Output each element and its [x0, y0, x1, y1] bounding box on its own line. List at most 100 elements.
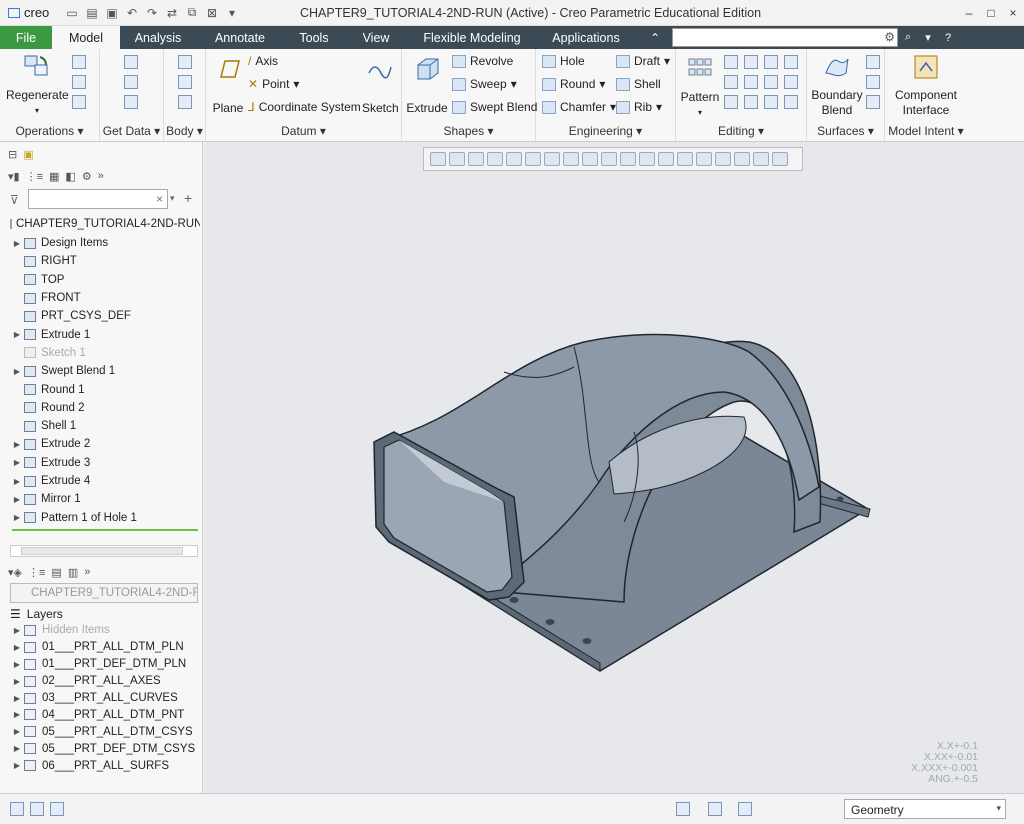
search-settings-icon[interactable]: ⚙ — [884, 30, 895, 44]
model-tree-item[interactable]: TOP — [10, 271, 200, 289]
tree-expand-icon[interactable]: ⋮≡ — [26, 170, 43, 183]
full-screen-icon[interactable] — [50, 802, 64, 816]
filter-options-chevron-icon[interactable]: ▾ — [170, 193, 175, 204]
extrude-button[interactable]: Extrude — [406, 55, 448, 116]
search-icon[interactable]: ⌕ — [898, 26, 918, 49]
regenerate-button[interactable]: Regenerate ▾ — [6, 53, 69, 118]
revolve-button[interactable]: Revolve — [452, 54, 513, 68]
tab-file[interactable]: File — [0, 26, 52, 49]
boundary-blend-button[interactable]: Boundary Blend — [809, 53, 865, 118]
operations-group-label[interactable]: Operations ▾ — [0, 124, 99, 138]
merge-icon[interactable] — [724, 75, 738, 89]
layer-item[interactable]: ▶ 04___PRT_ALL_DTM_PNT — [10, 706, 200, 723]
model-tree-item[interactable]: Shell 1 — [10, 417, 200, 435]
expand-arrow-icon[interactable]: ▶ — [10, 367, 24, 376]
tab-tools[interactable]: Tools — [284, 26, 344, 49]
shrinkwrap-icon[interactable] — [124, 95, 138, 109]
tab-model[interactable]: Model — [52, 26, 120, 49]
copy-icon[interactable] — [72, 55, 86, 69]
add-filter-icon[interactable]: + — [184, 190, 192, 206]
style-icon[interactable] — [866, 75, 880, 89]
show-navigator-icon[interactable] — [10, 802, 24, 816]
surfaces-group-label[interactable]: Surfaces ▾ — [807, 124, 884, 138]
tree-horizontal-scrollbar[interactable] — [10, 545, 198, 557]
command-search-input[interactable]: ⚙ — [672, 28, 898, 47]
model-tree-item[interactable]: PRT_CSYS_DEF — [10, 307, 200, 325]
expand-arrow-icon[interactable]: ▶ — [10, 513, 24, 522]
model-tree-item[interactable]: ▶ Extrude 3 — [10, 454, 200, 472]
expand-arrow-icon[interactable]: ▶ — [10, 694, 24, 703]
swept-blend-button[interactable]: Swept Blend — [452, 100, 537, 114]
tree-columns-icon[interactable]: ▦ — [49, 170, 59, 183]
model-tree-item[interactable]: ▶ Extrude 2 — [10, 435, 200, 453]
axis-button[interactable]: / Axis — [248, 54, 278, 68]
editing-group-label[interactable]: Editing ▾ — [676, 124, 806, 138]
close-window-icon[interactable]: ⊠ — [204, 6, 220, 20]
coordinate-system-button[interactable]: ⅃ Coordinate System — [248, 100, 361, 114]
model-tree-item[interactable]: Sketch 1 — [10, 344, 200, 362]
regenerate-icon[interactable]: ⇄ — [164, 6, 180, 20]
delete-icon[interactable] — [72, 95, 86, 109]
model-tree-item[interactable]: ▶ Swept Blend 1 — [10, 362, 200, 380]
customize-chevron-icon[interactable]: ▾ — [224, 6, 240, 20]
offset-icon[interactable] — [784, 55, 798, 69]
thicken-icon[interactable] — [764, 75, 778, 89]
selection-filter-select[interactable]: Geometry ▾ — [844, 799, 1006, 819]
model-tree-item[interactable]: Round 2 — [10, 399, 200, 417]
remove-icon[interactable] — [764, 95, 778, 109]
expand-arrow-icon[interactable]: ▶ — [10, 458, 24, 467]
model-tree-item[interactable]: RIGHT — [10, 252, 200, 270]
help-icon[interactable]: ? — [938, 26, 958, 49]
layer-item[interactable]: ▶ 03___PRT_ALL_CURVES — [10, 690, 200, 707]
redo-icon[interactable]: ↷ — [144, 6, 160, 20]
expand-arrow-icon[interactable]: ▶ — [10, 660, 24, 669]
collapse-ribbon-icon[interactable]: ⌃ — [644, 26, 666, 49]
expand-arrow-icon[interactable]: ▶ — [10, 440, 24, 449]
shell-button[interactable]: Shell — [616, 77, 661, 91]
tree-settings-icon[interactable]: ⚙ — [82, 170, 92, 183]
get-data-group-label[interactable]: Get Data ▾ — [100, 124, 163, 138]
selected-items-icon[interactable] — [738, 802, 752, 816]
expand-arrow-icon[interactable]: ▶ — [10, 677, 24, 686]
insert-here-marker[interactable] — [12, 529, 198, 531]
freestyle-icon[interactable] — [866, 95, 880, 109]
tab-flexible-modeling[interactable]: Flexible Modeling — [408, 26, 536, 49]
minimize-button[interactable]: – — [958, 0, 980, 26]
layer-item[interactable]: ▶ 06___PRT_ALL_SURFS — [10, 757, 200, 774]
tab-annotate[interactable]: Annotate — [196, 26, 284, 49]
expand-arrow-icon[interactable]: ▶ — [10, 495, 24, 504]
draft-button[interactable]: Draft ▾ — [616, 54, 670, 68]
expand-arrow-icon[interactable]: ▶ — [10, 744, 24, 753]
copy-geometry-icon[interactable] — [124, 75, 138, 89]
part-model[interactable] — [204, 142, 1024, 793]
split-icon[interactable] — [784, 95, 798, 109]
body-group-label[interactable]: Body ▾ — [164, 124, 205, 138]
round-button[interactable]: Round ▾ — [542, 77, 605, 91]
body-new-icon[interactable] — [178, 55, 192, 69]
layer-item[interactable]: ▶ 05___PRT_DEF_DTM_CSYS — [10, 740, 200, 757]
model-intent-group-label[interactable]: Model Intent ▾ — [885, 124, 967, 138]
save-icon[interactable]: ▣ — [104, 6, 120, 20]
user-defined-feature-icon[interactable] — [124, 55, 138, 69]
expand-arrow-icon[interactable]: ▶ — [10, 710, 24, 719]
tree-search-input[interactable]: × — [28, 189, 168, 209]
maximize-button[interactable]: □ — [980, 0, 1002, 26]
layer-model-combo[interactable]: CHAPTER9_TUTORIAL4-2ND-F — [10, 583, 198, 603]
model-tree-item[interactable]: ▶ Pattern 1 of Hole 1 — [10, 508, 200, 526]
datum-group-label[interactable]: Datum ▾ — [206, 124, 401, 138]
sketch-button[interactable]: Sketch — [362, 55, 399, 116]
tree-show-icon[interactable]: ▾▮ — [8, 170, 20, 183]
model-tree-tab-icon[interactable]: ⊟ — [8, 148, 17, 161]
layer-item[interactable]: ▶ 01___PRT_ALL_DTM_PLN — [10, 639, 200, 656]
model-tree-item[interactable]: ▶ Design Items — [10, 234, 200, 252]
expand-arrow-icon[interactable]: ▶ — [10, 727, 24, 736]
layer-item[interactable]: ▶ 01___PRT_DEF_DTM_PLN — [10, 656, 200, 673]
body-split-icon[interactable] — [178, 95, 192, 109]
tab-analysis[interactable]: Analysis — [120, 26, 196, 49]
layer-item[interactable]: ▶ 05___PRT_ALL_DTM_CSYS — [10, 723, 200, 740]
layer-new-icon[interactable]: ▤ — [51, 566, 61, 579]
intersect-icon[interactable] — [744, 75, 758, 89]
trim-icon[interactable] — [764, 55, 778, 69]
pattern-button[interactable]: Pattern ▾ — [680, 55, 720, 120]
component-interface-button[interactable]: Component Interface — [889, 53, 963, 118]
